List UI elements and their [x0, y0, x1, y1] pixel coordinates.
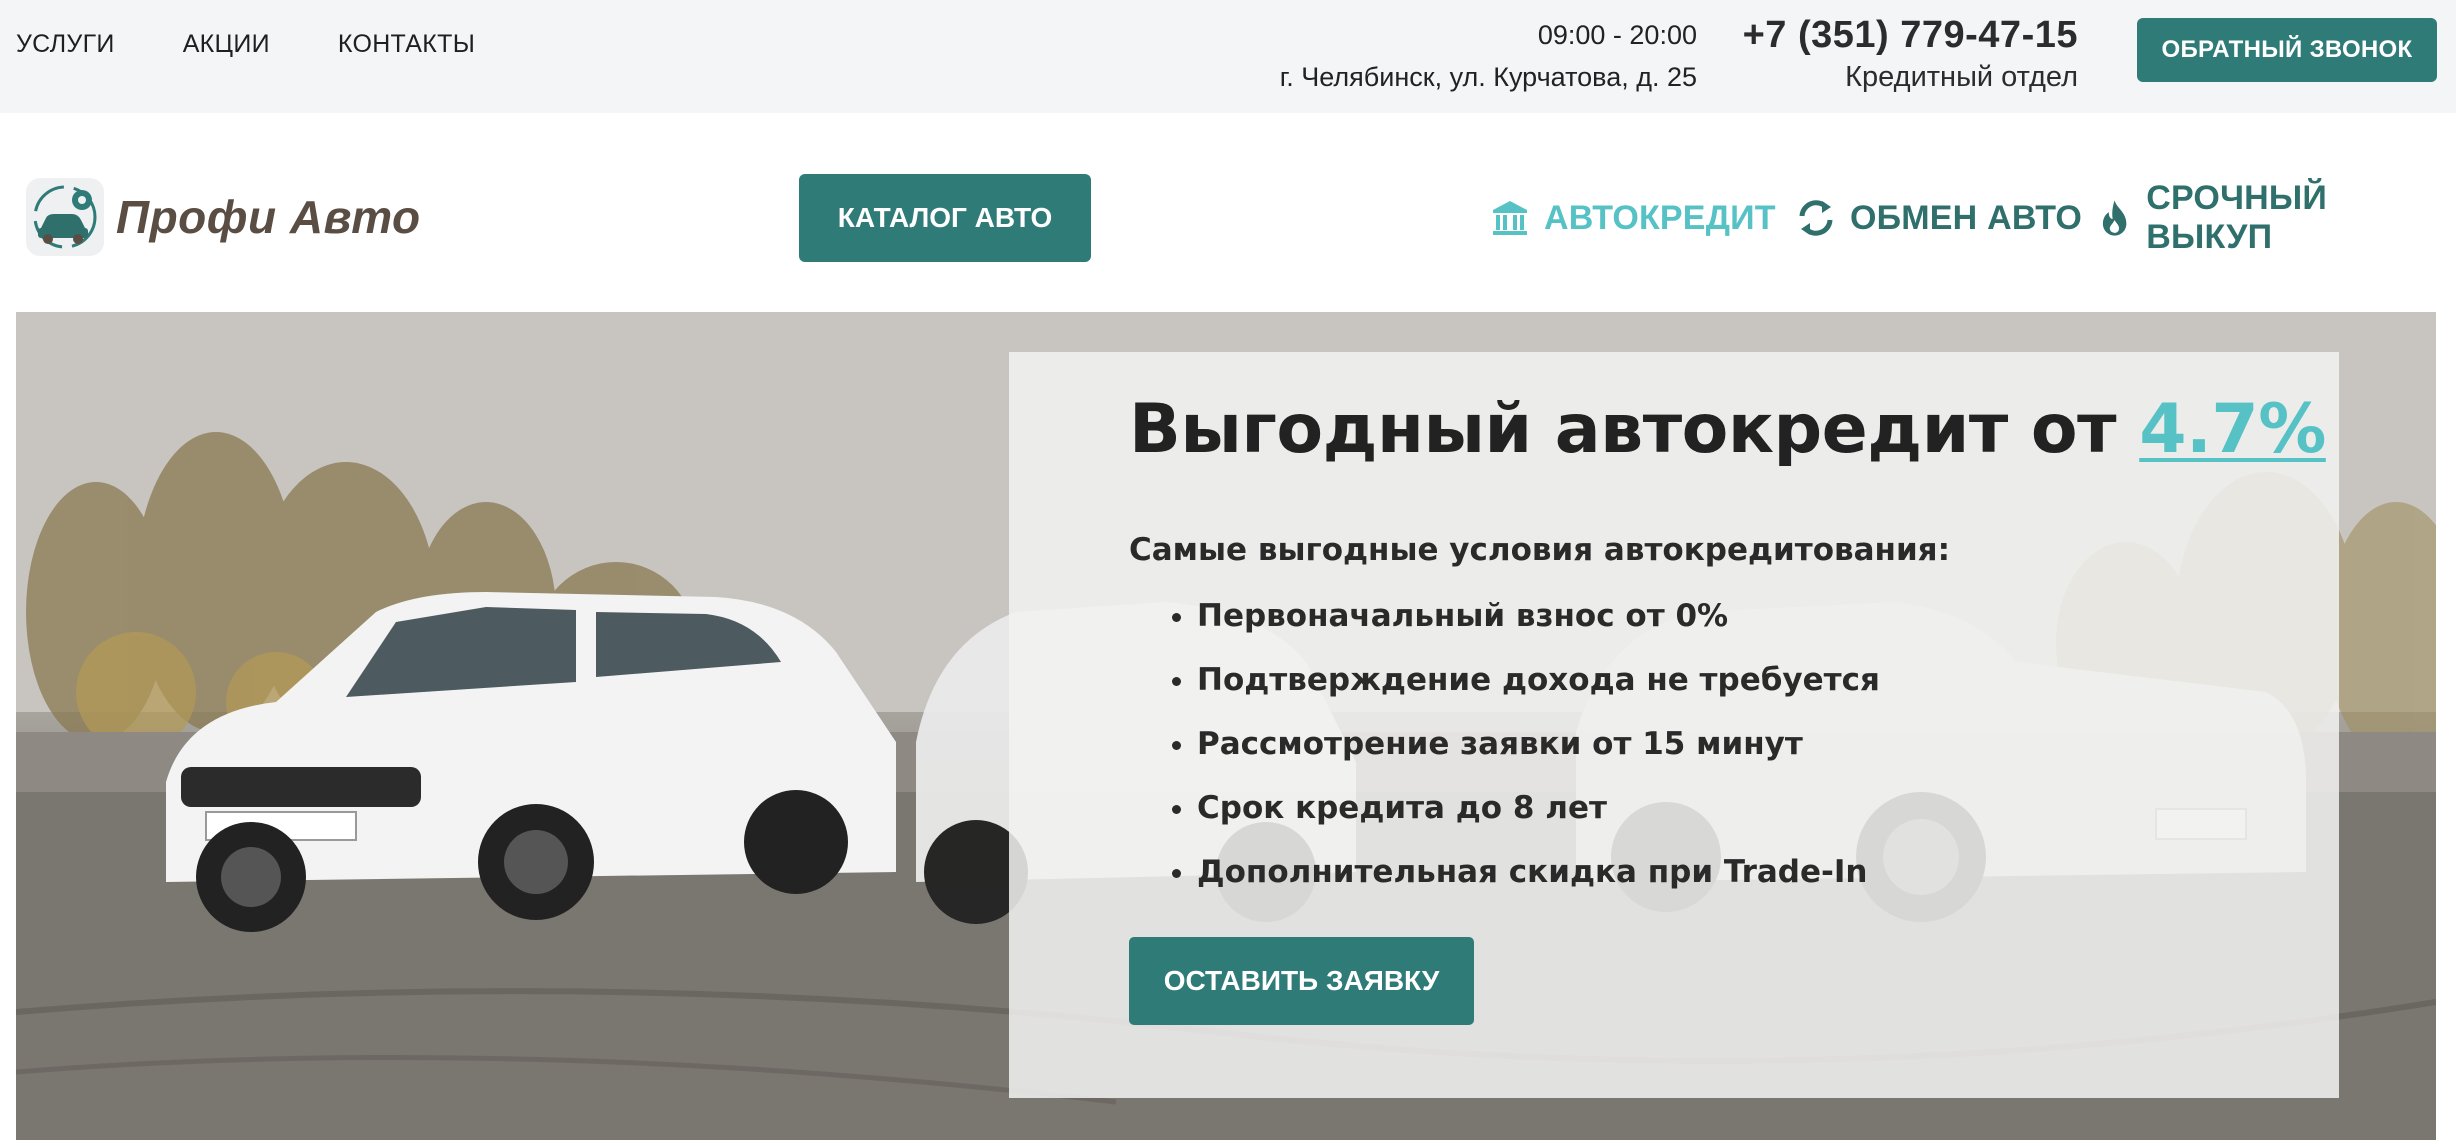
apply-button[interactable]: ОСТАВИТЬ ЗАЯВКУ [1129, 937, 1474, 1025]
hero-title-text: Выгодный автокредит от [1129, 390, 2140, 469]
phone-number[interactable]: +7 (351) 779-47-15 [1743, 10, 2078, 60]
hero-title-rate[interactable]: 4.7% [2139, 390, 2326, 469]
department-label: Кредитный отдел [1845, 61, 2078, 93]
working-hours: 09:00 - 20:00 [1537, 20, 1697, 50]
hours-address-block: 09:00 - 20:00 г. Челябинск, ул. Курчатов… [1280, 14, 1697, 98]
hero-title: Выгодный автокредит от 4.7% [1129, 390, 2326, 469]
logo-car-icon [26, 178, 104, 256]
nav-buyout[interactable]: СРОЧНЫЙ ВЫКУП [2097, 179, 2456, 256]
bank-icon [1493, 201, 1527, 235]
hero-lead: Самые выгодные условия автокредитования: [1129, 532, 1950, 568]
nav-exchange[interactable]: ОБМЕН АВТО [1796, 192, 2082, 244]
phone-block: +7 (351) 779-47-15 Кредитный отдел [1743, 10, 2078, 94]
list-item: Срок кредита до 8 лет [1197, 776, 1880, 840]
logo-text: Профи Авто [116, 191, 421, 243]
nav-buyout-label: СРОЧНЫЙ ВЫКУП [2146, 179, 2328, 256]
top-bar: УСЛУГИ АКЦИИ КОНТАКТЫ 09:00 - 20:00 г. Ч… [0, 0, 2456, 113]
list-item: Первоначальный взнос от 0% [1197, 584, 1880, 648]
catalog-button[interactable]: КАТАЛОГ АВТО [799, 174, 1091, 262]
list-item: Дополнительная скидка при Trade-In [1197, 840, 1880, 904]
top-nav-contacts[interactable]: КОНТАКТЫ [338, 30, 475, 59]
hero-banner: Выгодный автокредит от 4.7% Самые выгодн… [16, 312, 2436, 1140]
top-nav-promotions[interactable]: АКЦИИ [183, 30, 270, 59]
exchange-arrows-icon [1799, 200, 1833, 236]
nav-autocredit[interactable]: АВТОКРЕДИТ [1490, 192, 1776, 244]
list-item: Подтверждение дохода не требуется [1197, 648, 1880, 712]
credit-offer-card: Выгодный автокредит от 4.7% Самые выгодн… [1009, 352, 2339, 1098]
fire-icon [2102, 200, 2127, 236]
list-item: Рассмотрение заявки от 15 минут [1197, 712, 1880, 776]
nav-autocredit-label: АВТОКРЕДИТ [1544, 198, 1776, 237]
address: г. Челябинск, ул. Курчатова, д. 25 [1279, 62, 1697, 92]
benefits-list: Первоначальный взнос от 0% Подтверждение… [1159, 584, 1880, 904]
callback-button[interactable]: ОБРАТНЫЙ ЗВОНОК [2137, 18, 2437, 82]
top-nav: УСЛУГИ АКЦИИ КОНТАКТЫ [16, 30, 543, 59]
nav-exchange-label: ОБМЕН АВТО [1850, 198, 2083, 237]
logo[interactable]: Профи Авто [26, 178, 421, 256]
top-nav-services[interactable]: УСЛУГИ [16, 30, 115, 59]
